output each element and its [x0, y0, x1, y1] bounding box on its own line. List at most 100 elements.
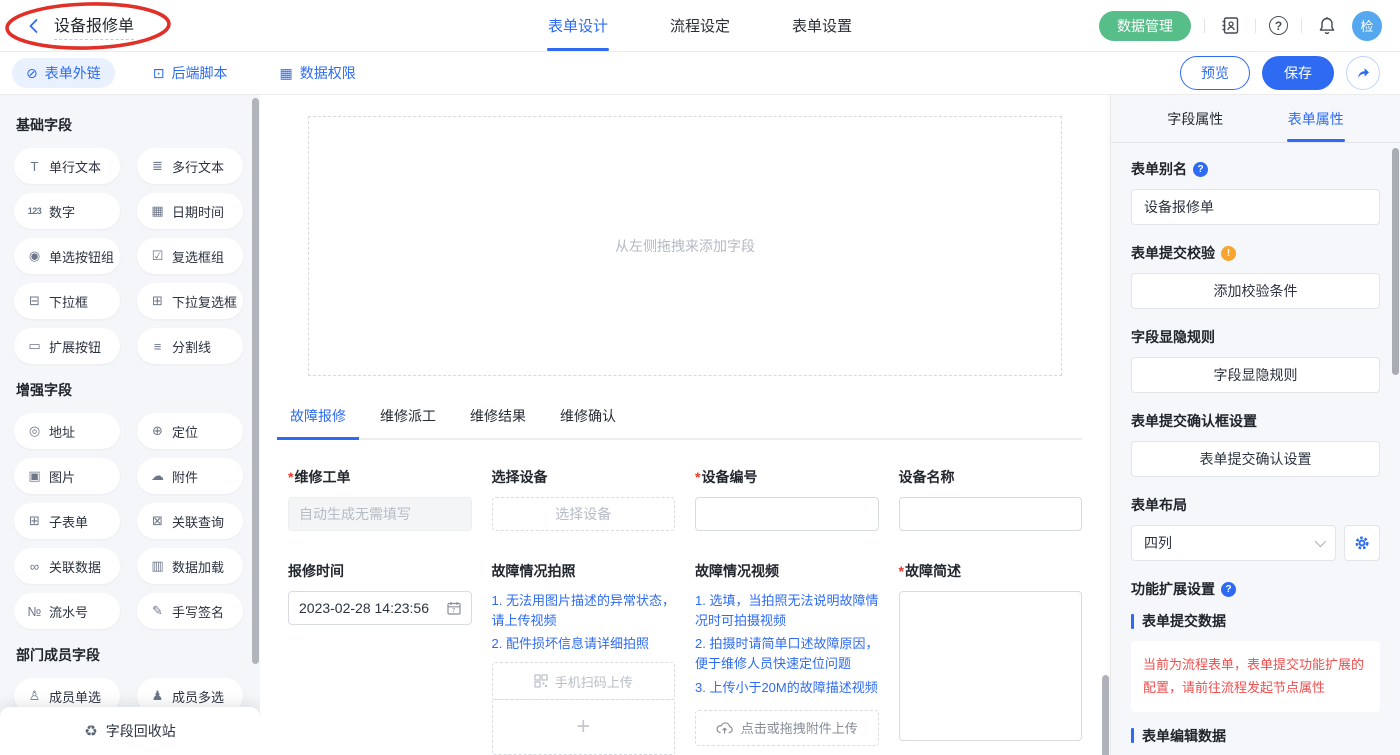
help-question-icon[interactable]: ? — [1221, 582, 1236, 597]
submit-confirm-label: 表单提交确认框设置 — [1131, 411, 1380, 431]
link-label: 表单外链 — [45, 63, 101, 83]
backend-script-button[interactable]: ⊡ 后端脚本 — [139, 58, 242, 88]
visibility-rule-label: 字段显隐规则 — [1131, 327, 1380, 347]
help-question-icon[interactable]: ? — [1193, 162, 1208, 177]
field-pill-address[interactable]: ◎地址 — [14, 413, 120, 449]
people-icon: ♟ — [150, 688, 165, 704]
field-pill-checkbox-group[interactable]: ☑复选框组 — [137, 238, 243, 274]
field-pill-single-text[interactable]: T单行文本 — [14, 148, 120, 184]
form-external-link-button[interactable]: ⊘ 表单外链 — [12, 58, 115, 88]
device-no-input[interactable] — [695, 497, 879, 531]
section-title-member-fields: 部门成员字段 — [16, 645, 260, 665]
sidebar-scrollbar[interactable] — [252, 98, 259, 664]
photo-help-line-1: 1. 无法用图片描述的异常状态，请上传视频 — [492, 591, 676, 631]
layout-settings-button[interactable] — [1344, 525, 1380, 561]
field-pill-data-load[interactable]: ▥数据加载 — [137, 548, 243, 584]
field-pill-serial-number[interactable]: №流水号 — [14, 593, 120, 629]
visibility-rule-button[interactable]: 字段显隐规则 — [1131, 357, 1380, 393]
crosshair-icon: ⊕ — [150, 423, 165, 439]
field-pill-extend-button[interactable]: ▭扩展按钮 — [14, 328, 120, 364]
pill-label: 手写签名 — [172, 602, 224, 621]
attachment-upload-button[interactable]: 点击或拖拽附件上传 — [695, 710, 879, 746]
fault-desc-textarea[interactable] — [899, 591, 1083, 741]
notification-bell-icon[interactable] — [1315, 14, 1339, 38]
edit-data-header: 表单编辑数据 — [1131, 726, 1380, 746]
field-dropzone[interactable]: 从左侧拖拽来添加字段 — [308, 116, 1062, 376]
form-layout-row: 四列 — [1131, 525, 1380, 561]
form-alias-input[interactable]: 设备报修单 — [1131, 189, 1380, 225]
pill-label: 附件 — [172, 467, 198, 486]
field-label: 报修时间 — [288, 561, 472, 581]
field-pill-dropdown[interactable]: ⊟下拉框 — [14, 283, 120, 319]
field-fault-video[interactable]: 故障情况视频 1. 选填，当拍照无法说明故障情况时可拍摄视频 2. 拍摄时请简单… — [695, 561, 879, 755]
user-avatar[interactable]: 检 — [1352, 11, 1382, 41]
main-nav-tabs: 表单设计 流程设定 表单设置 — [548, 0, 852, 51]
section-title-enhanced-fields: 增强字段 — [16, 380, 260, 400]
tab-repair-confirm[interactable]: 维修确认 — [558, 406, 618, 438]
radio-icon: ◉ — [27, 248, 42, 264]
preview-button[interactable]: 预览 — [1180, 56, 1250, 90]
tab-repair-dispatch[interactable]: 维修派工 — [378, 406, 438, 438]
share-button[interactable] — [1346, 56, 1380, 90]
field-device-name[interactable]: 设备名称 — [899, 467, 1083, 531]
form-layout-select[interactable]: 四列 — [1131, 525, 1336, 561]
form-canvas: 从左侧拖拽来添加字段 故障报修 维修派工 维修结果 维修确认 *维修工单 自动生… — [260, 95, 1110, 755]
field-recycle-bin[interactable]: ♻ 字段回收站 — [0, 707, 260, 755]
tab-repair-result[interactable]: 维修结果 — [468, 406, 528, 438]
form-designer-app: 设备报修单 表单设计 流程设定 表单设置 数据管理 ? 检 — [0, 0, 1400, 755]
field-pill-radio-group[interactable]: ◉单选按钮组 — [14, 238, 120, 274]
properties-body: 表单别名 ? 设备报修单 表单提交校验 ! 添加校验条件 字段显隐规则 字段显隐… — [1111, 143, 1400, 755]
field-fault-photo[interactable]: 故障情况拍照 1. 无法用图片描述的异常状态，请上传视频 2. 配件损坏信息请详… — [492, 561, 676, 755]
repair-time-input[interactable]: 2023-02-28 14:23:56 7 — [288, 591, 472, 625]
add-check-condition-button[interactable]: 添加校验条件 — [1131, 273, 1380, 309]
field-repair-order[interactable]: *维修工单 自动生成无需填写 — [288, 467, 472, 531]
tab-label: 字段属性 — [1167, 109, 1223, 129]
tab-fault-report[interactable]: 故障报修 — [288, 406, 348, 438]
form-layout-value: 四列 — [1144, 533, 1172, 553]
field-repair-time[interactable]: 报修时间 2023-02-28 14:23:56 7 — [288, 561, 472, 755]
device-name-input[interactable] — [899, 497, 1083, 531]
field-pill-number[interactable]: 123数字 — [14, 193, 120, 229]
field-fault-desc[interactable]: *故障简述 — [899, 561, 1083, 755]
form-layout-label: 表单布局 — [1131, 495, 1380, 515]
add-photo-button[interactable]: + — [492, 699, 676, 755]
contact-book-icon[interactable] — [1218, 14, 1242, 38]
field-pill-subform[interactable]: ⊞子表单 — [14, 503, 120, 539]
field-pill-divider[interactable]: ≡分割线 — [137, 328, 243, 364]
tab-form-setting[interactable]: 表单设置 — [792, 0, 852, 51]
tab-form-properties[interactable]: 表单属性 — [1288, 95, 1344, 142]
field-pill-relation-data[interactable]: ∞关联数据 — [14, 548, 120, 584]
field-pill-locate[interactable]: ⊕定位 — [137, 413, 243, 449]
field-pill-attachment[interactable]: ☁附件 — [137, 458, 243, 494]
toolbar-links: ⊘ 表单外链 ⊡ 后端脚本 ▦ 数据权限 — [12, 58, 370, 88]
attachment-upload-label: 点击或拖拽附件上传 — [741, 718, 858, 737]
warning-icon[interactable]: ! — [1221, 246, 1236, 261]
page-title[interactable]: 设备报修单 — [54, 12, 134, 40]
help-icon[interactable]: ? — [1269, 16, 1288, 35]
field-pill-image[interactable]: ▣图片 — [14, 458, 120, 494]
field-select-device[interactable]: 选择设备 选择设备 — [492, 467, 676, 531]
tab-form-design[interactable]: 表单设计 — [548, 0, 608, 51]
field-device-no[interactable]: *设备编号 — [695, 467, 879, 531]
back-button[interactable] — [24, 16, 44, 36]
main-area: 基础字段 T单行文本 ≣多行文本 123数字 ▦日期时间 ◉单选按钮组 ☑复选框… — [0, 95, 1400, 755]
field-pill-signature[interactable]: ✎手写签名 — [137, 593, 243, 629]
tab-flow-setting[interactable]: 流程设定 — [670, 0, 730, 51]
data-permission-button[interactable]: ▦ 数据权限 — [265, 58, 369, 88]
submit-confirm-button[interactable]: 表单提交确认设置 — [1131, 441, 1380, 477]
select-device-button[interactable]: 选择设备 — [492, 497, 676, 531]
script-icon: ⊡ — [153, 65, 165, 82]
field-pill-multi-text[interactable]: ≣多行文本 — [137, 148, 243, 184]
save-button[interactable]: 保存 — [1262, 56, 1334, 90]
field-pill-multi-dropdown[interactable]: ⊞下拉复选框 — [137, 283, 243, 319]
field-pill-relation-query[interactable]: ⊠关联查询 — [137, 503, 243, 539]
field-pill-datetime[interactable]: ▦日期时间 — [137, 193, 243, 229]
phone-scan-upload-button[interactable]: 手机扫码上传 — [492, 662, 676, 700]
button-icon: ▭ — [27, 338, 42, 354]
panel-scrollbar[interactable] — [1392, 148, 1399, 375]
canvas-scrollbar[interactable] — [1102, 675, 1109, 755]
tab-field-properties[interactable]: 字段属性 — [1167, 95, 1223, 142]
person-icon: ♙ — [27, 688, 42, 704]
data-manage-button[interactable]: 数据管理 — [1099, 11, 1191, 41]
pill-label: 成员单选 — [49, 687, 101, 706]
